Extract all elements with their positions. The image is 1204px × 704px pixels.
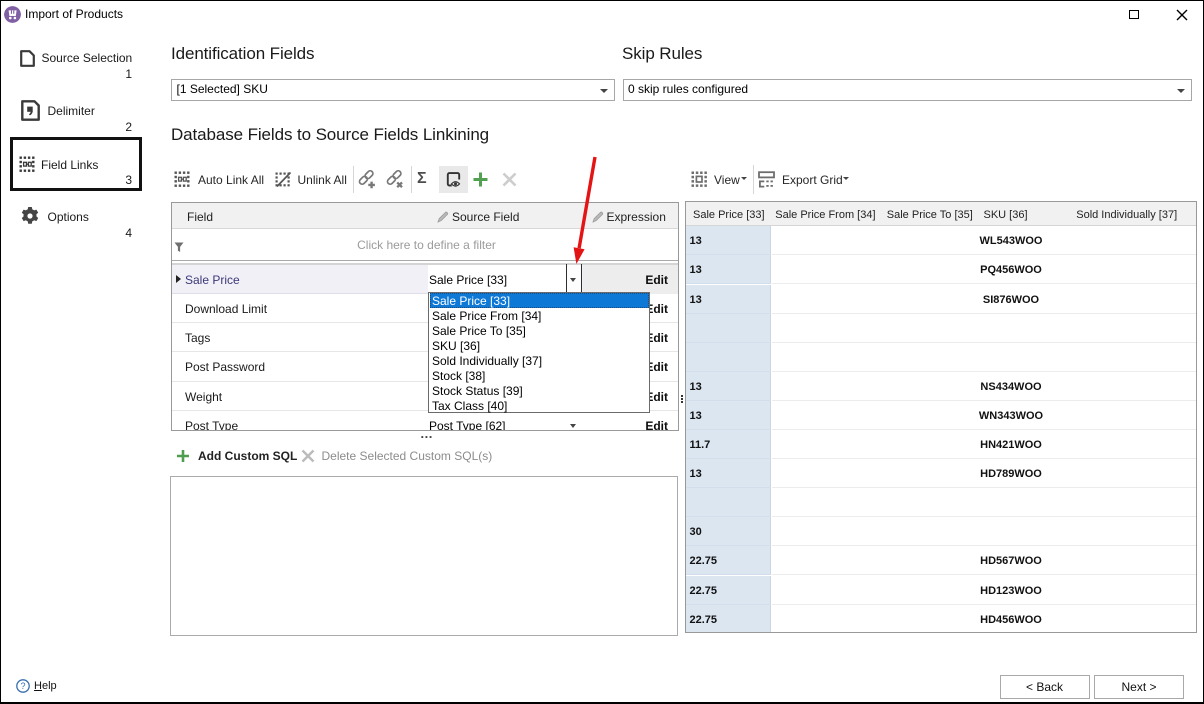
svg-text:?: ?: [20, 681, 25, 691]
